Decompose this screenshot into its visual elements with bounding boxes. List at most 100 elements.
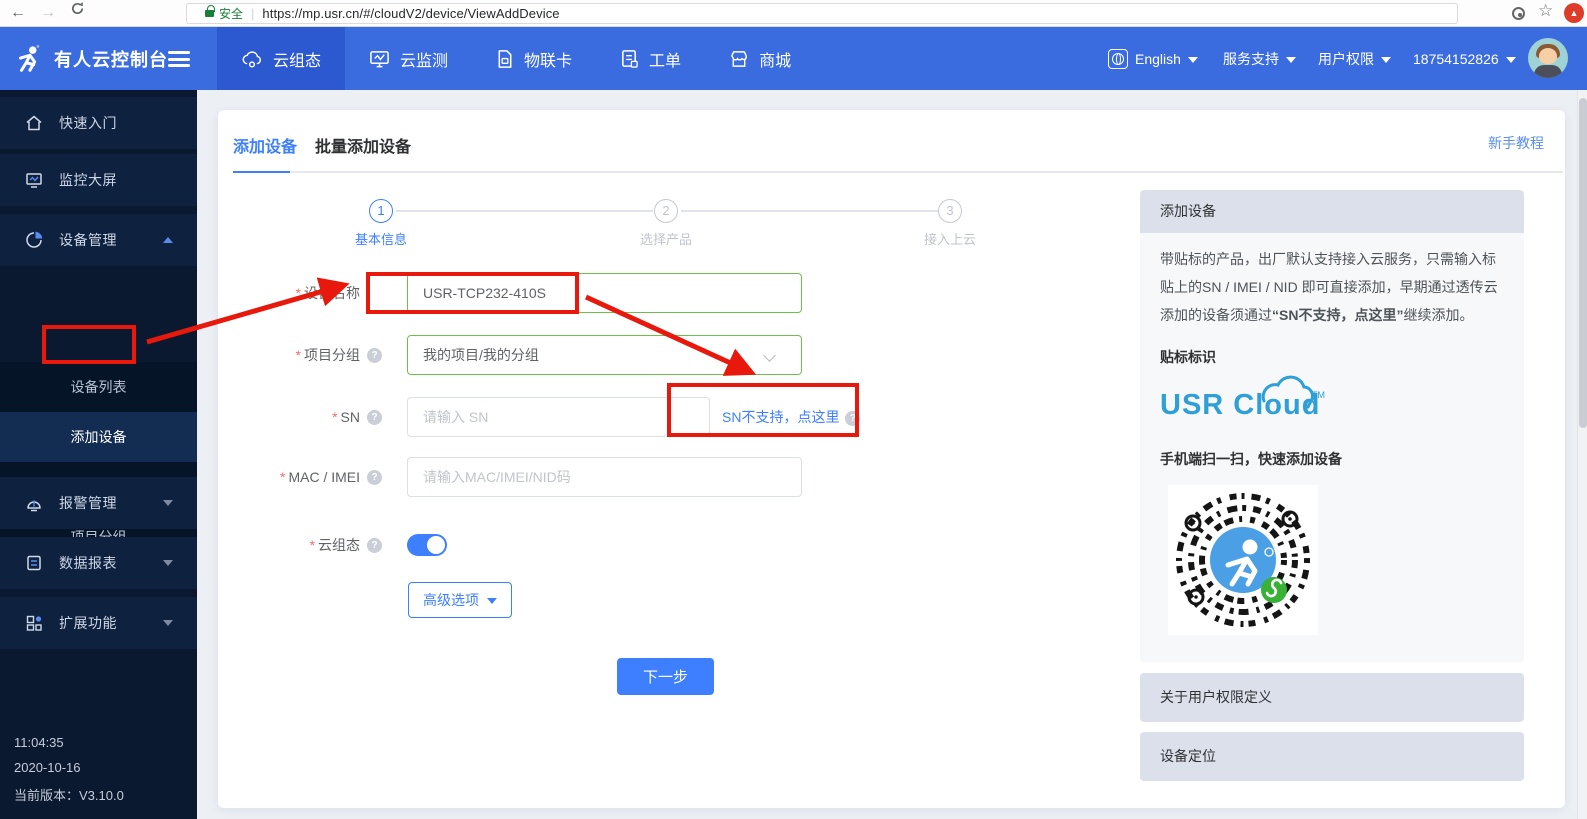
- section-device-location[interactable]: 设备定位: [1140, 732, 1524, 781]
- device-name-label: *设备名称: [240, 273, 360, 313]
- form-row-sn: *SN ? SN不支持，点这里?: [240, 397, 940, 437]
- chevron-down-icon: [163, 500, 173, 506]
- sidebar-item-label: 监控大屏: [59, 170, 117, 190]
- extension-icon[interactable]: ▲: [1564, 3, 1584, 23]
- usr-mascot-icon: [14, 43, 44, 75]
- browser-toolbar: ← → 安全 | https://mp.usr.cn/#/cloudV2/dev…: [0, 0, 1587, 27]
- chevron-down-icon: [487, 598, 497, 604]
- account-menu[interactable]: 18754152826: [1413, 27, 1516, 90]
- help-question-icon[interactable]: ?: [367, 538, 382, 553]
- submenu-add-device[interactable]: 添加设备: [0, 412, 197, 462]
- user-permission-menu[interactable]: 用户权限: [1318, 27, 1391, 90]
- ssl-lock-icon: [205, 10, 214, 17]
- sn-label: *SN: [240, 397, 360, 437]
- locate-icon[interactable]: [1512, 7, 1525, 20]
- browser-back-icon[interactable]: ←: [10, 2, 26, 24]
- mac-label: *MAC / IMEI: [240, 457, 360, 497]
- project-group-label: *项目分组: [240, 335, 360, 375]
- sn-input[interactable]: [407, 397, 710, 437]
- brand-title: 有人云控制台: [54, 46, 168, 72]
- navbar-tab-workorder[interactable]: 工单: [596, 27, 705, 90]
- navbar-tab-label: 工单: [649, 47, 681, 71]
- language-menu[interactable]: English: [1108, 27, 1198, 90]
- mall-icon: [729, 49, 749, 69]
- user-permission-label: 用户权限: [1318, 49, 1374, 69]
- tab-add-device[interactable]: 添加设备: [233, 133, 297, 157]
- help-question-icon[interactable]: ?: [845, 411, 860, 426]
- browser-refresh-icon[interactable]: [70, 1, 85, 23]
- navbar-tabs: 云组态 云监测 物联卡: [217, 27, 815, 90]
- navbar-tab-cloud-monitor[interactable]: 云监测: [345, 27, 472, 90]
- avatar[interactable]: [1528, 38, 1568, 78]
- next-step-button[interactable]: 下一步: [617, 658, 714, 695]
- navbar-tab-label: 商城: [759, 47, 791, 71]
- navbar-tab-iot-card[interactable]: 物联卡: [472, 27, 596, 90]
- step-2-label: 选择产品: [621, 229, 711, 248]
- submenu-device-list[interactable]: 设备列表: [0, 362, 197, 412]
- cloud-scada-label: *云组态: [240, 525, 360, 565]
- page-scrollbar[interactable]: [1577, 90, 1587, 819]
- sidebar-item-quickstart[interactable]: 快速入门: [0, 97, 197, 149]
- chevron-down-icon: [1188, 57, 1198, 63]
- url-separator: |: [251, 6, 254, 21]
- form-row-device-name: *设备名称: [240, 273, 840, 313]
- chevron-down-icon: [1286, 57, 1296, 63]
- alarm-bell-icon: [25, 494, 43, 512]
- badge-title: 贴标标识: [1160, 343, 1504, 371]
- navbar-tab-cloud-scada[interactable]: 云组态: [217, 27, 345, 90]
- help-box-body: 带贴标的产品，出厂默认支持接入云服务，只需输入标贴上的SN / IMEI / N…: [1140, 233, 1524, 635]
- sidebar: 快速入门 监控大屏 设备管理 设备列表 添加设备 设备模板 项目分组: [0, 90, 197, 819]
- mac-input[interactable]: [407, 457, 802, 497]
- service-support-menu[interactable]: 服务支持: [1223, 27, 1296, 90]
- scrollbar-thumb[interactable]: [1579, 98, 1587, 428]
- sidebar-item-extensions[interactable]: 扩展功能: [0, 597, 197, 649]
- step-connector: [396, 210, 653, 212]
- sidebar-item-data-report[interactable]: 数据报表: [0, 537, 197, 589]
- sidebar-item-alarm-management[interactable]: 报警管理: [0, 477, 197, 529]
- step-connector: [681, 210, 938, 212]
- brand-logo[interactable]: 有人云控制台: [14, 27, 168, 90]
- device-management-icon: [25, 231, 43, 249]
- address-bar[interactable]: 安全 | https://mp.usr.cn/#/cloudV2/device/…: [186, 3, 1458, 24]
- account-phone: 18754152826: [1413, 51, 1499, 67]
- menu-hamburger-icon[interactable]: [168, 51, 190, 67]
- sidebar-item-label: 扩展功能: [59, 613, 117, 633]
- form-row-advanced: 高级选项: [240, 582, 840, 622]
- section-user-permission[interactable]: 关于用户权限定义: [1140, 673, 1524, 722]
- scan-title: 手机端扫一扫，快速添加设备: [1160, 445, 1504, 473]
- sn-not-supported-link[interactable]: SN不支持，点这里?: [722, 397, 860, 437]
- device-name-input[interactable]: [407, 273, 802, 313]
- service-support-label: 服务支持: [1223, 49, 1279, 69]
- bookmark-star-icon[interactable]: ☆: [1538, 1, 1553, 21]
- system-date: 2020-10-16: [14, 760, 81, 775]
- tutorial-link[interactable]: 新手教程: [1488, 133, 1544, 153]
- language-label: English: [1135, 51, 1181, 67]
- browser-forward-icon[interactable]: →: [40, 2, 56, 24]
- active-tab-underline: [233, 171, 290, 173]
- help-question-icon[interactable]: ?: [367, 470, 382, 485]
- system-time: 11:04:35: [14, 735, 64, 750]
- project-group-select[interactable]: [407, 335, 802, 375]
- sim-card-icon: [496, 49, 514, 69]
- help-paragraph: 带贴标的产品，出厂默认支持接入云服务，只需输入标贴上的SN / IMEI / N…: [1160, 245, 1504, 329]
- sidebar-item-monitor-screen[interactable]: 监控大屏: [0, 154, 197, 206]
- help-question-icon[interactable]: ?: [367, 410, 382, 425]
- advanced-options-button[interactable]: 高级选项: [408, 582, 512, 618]
- tabs-divider: [233, 171, 1563, 173]
- step-1-label: 基本信息: [336, 229, 426, 248]
- device-submenu: 设备列表 添加设备 设备模板 项目分组: [0, 362, 197, 562]
- monitor-screen-icon: [25, 171, 43, 189]
- usr-cloud-logo: USR Cloud TM: [1160, 379, 1504, 431]
- data-report-icon: [25, 554, 43, 572]
- help-question-icon[interactable]: ?: [367, 348, 382, 363]
- cloud-monitor-icon: [369, 49, 390, 69]
- step-3-label: 接入上云: [905, 229, 995, 248]
- sidebar-item-device-management[interactable]: 设备管理: [0, 214, 197, 266]
- form-row-mac: *MAC / IMEI ?: [240, 457, 840, 497]
- navbar-tab-mall[interactable]: 商城: [705, 27, 815, 90]
- navbar-tab-label: 物联卡: [524, 47, 572, 71]
- globe-icon: [1108, 49, 1128, 69]
- tab-batch-add-device[interactable]: 批量添加设备: [315, 133, 411, 157]
- cloud-scada-toggle[interactable]: [407, 534, 447, 556]
- chevron-down-icon: [163, 560, 173, 566]
